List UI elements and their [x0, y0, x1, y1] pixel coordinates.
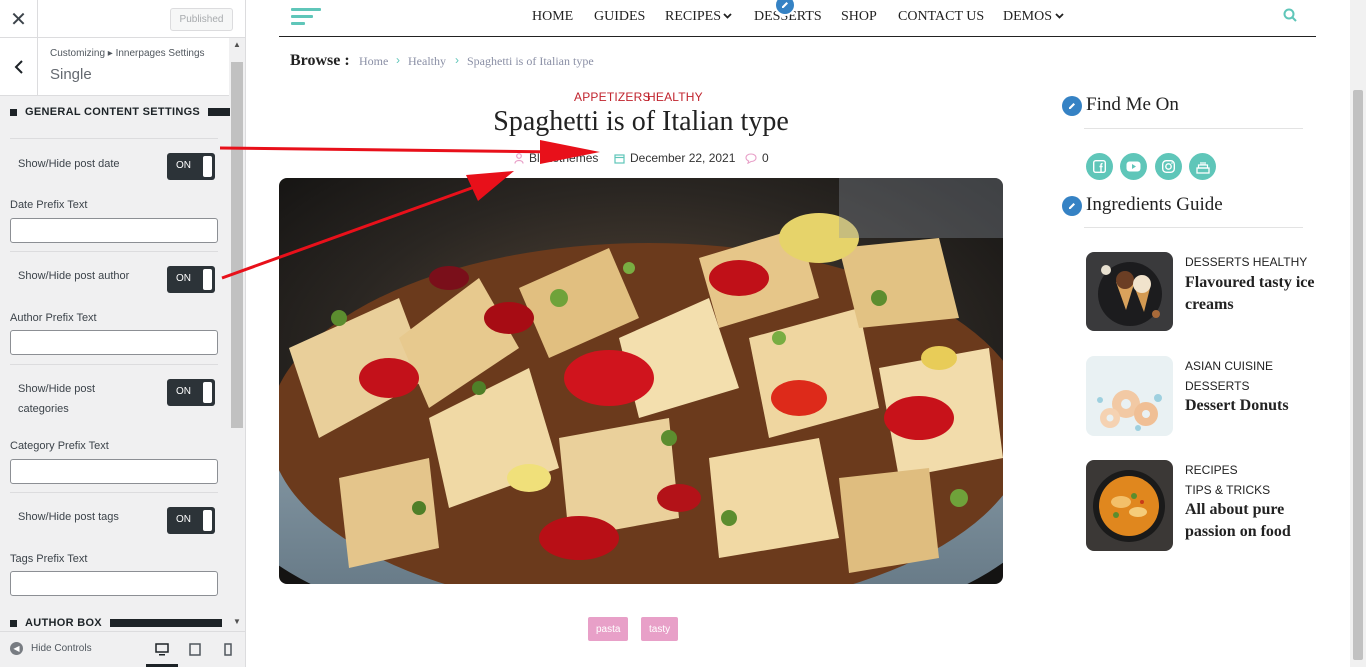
toggle-post-tags[interactable]: ON [167, 507, 215, 534]
post-category-appetizers[interactable]: APPETIZERS [574, 90, 651, 104]
date-prefix-input[interactable] [10, 218, 218, 243]
scroll-down-icon[interactable]: ▼ [233, 617, 241, 626]
donuts-thumbnail[interactable] [1086, 356, 1173, 436]
category-prefix-label: Category Prefix Text [10, 440, 109, 452]
toggle-post-date[interactable]: ON [167, 153, 215, 180]
breadcrumb-healthy[interactable]: Healthy [408, 54, 446, 69]
author-prefix-label: Author Prefix Text [10, 312, 97, 324]
user-icon [514, 152, 524, 164]
mobile-preview-button[interactable] [219, 640, 237, 658]
toggle-label-tags: Show/Hide post tags [18, 511, 119, 523]
item3-category-1[interactable]: RECIPES [1185, 463, 1238, 477]
customizer-footer: ◀ Hide Controls [0, 631, 245, 667]
category-prefix-input[interactable] [10, 459, 218, 484]
tablet-icon [189, 642, 201, 656]
chevron-down-icon [723, 13, 732, 19]
toggle-label-author: Show/Hide post author [18, 270, 130, 282]
customizer-breadcrumb: Customizing ▸ Innerpages Settings [50, 48, 205, 59]
pencil-icon [1062, 96, 1082, 116]
post-comments[interactable]: 0 [745, 151, 769, 165]
screen: ✕ Published Customizing ▸ Innerpages Set… [0, 0, 1366, 667]
tag-tasty[interactable]: tasty [641, 617, 679, 641]
post-author[interactable]: Blazethemes [514, 151, 598, 165]
search-icon[interactable] [1283, 8, 1297, 22]
post-title: Spaghetti is of Italian type [493, 106, 789, 137]
tags-prefix-label: Tags Prefix Text [10, 553, 88, 565]
item3-category-2[interactable]: TIPS & TRICKS [1185, 483, 1270, 497]
mobile-icon [224, 642, 232, 656]
nav-shop[interactable]: SHOP [841, 9, 877, 25]
cake-icon[interactable] [1189, 153, 1216, 180]
author-prefix-input[interactable] [10, 330, 218, 355]
instagram-icon[interactable] [1155, 153, 1182, 180]
general-content-heading: GENERAL CONTENT SETTINGS [10, 106, 231, 118]
close-icon: ✕ [10, 8, 27, 31]
hamburger-menu-icon[interactable] [291, 8, 321, 29]
nav-recipes[interactable]: RECIPES [665, 9, 721, 25]
published-button[interactable]: Published [170, 8, 233, 31]
breadcrumb-home[interactable]: Home [359, 54, 388, 69]
close-customizer-button[interactable]: ✕ [0, 0, 38, 38]
find-me-title: Find Me On [1086, 94, 1179, 115]
preview-scrollbar-thumb[interactable] [1353, 90, 1363, 660]
tag-pasta[interactable]: pasta [588, 617, 629, 641]
post-featured-image [279, 178, 1003, 584]
desktop-icon [155, 642, 169, 655]
nav-demos[interactable]: DEMOS [1003, 9, 1052, 25]
item1-categories[interactable]: DESSERTS HEALTHY [1185, 255, 1307, 269]
toggle-label-categories: Show/Hide post categories [18, 383, 96, 415]
scroll-up-icon[interactable]: ▲ [233, 40, 241, 49]
post-date[interactable]: December 22, 2021 [614, 151, 735, 165]
post-category-healthy[interactable]: HEALTHY [647, 90, 703, 104]
customizer-header-bar: ✕ Published [0, 0, 245, 38]
toggle-label-date: Show/Hide post date [18, 158, 120, 170]
curry-thumbnail[interactable] [1086, 460, 1173, 551]
browse-label: Browse : [290, 52, 350, 69]
item2-category-1[interactable]: ASIAN CUISINE [1185, 359, 1273, 373]
item3-title[interactable]: All about pure passion on food [1185, 499, 1315, 543]
comment-icon [745, 152, 757, 164]
chevron-right-icon: › [455, 53, 459, 67]
chevron-down-icon [1055, 13, 1064, 19]
facebook-icon[interactable] [1086, 153, 1113, 180]
breadcrumb-current: Spaghetti is of Italian type [467, 54, 594, 68]
pasta-image [279, 178, 1003, 584]
ice-cream-thumbnail[interactable] [1086, 252, 1173, 331]
back-button[interactable] [0, 38, 38, 95]
calendar-icon [614, 153, 625, 164]
youtube-icon[interactable] [1120, 153, 1147, 180]
section-header: Customizing ▸ Innerpages Settings Single [0, 38, 229, 96]
nav-contact[interactable]: CONTACT US [898, 9, 984, 25]
author-box-heading: AUTHOR BOX [10, 617, 222, 629]
date-prefix-label: Date Prefix Text [10, 199, 88, 211]
item1-title[interactable]: Flavoured tasty ice creams [1185, 272, 1315, 316]
toggle-post-categories[interactable]: ON [167, 379, 215, 406]
chevron-right-icon: › [396, 53, 400, 67]
nav-home[interactable]: HOME [532, 9, 573, 25]
item2-title[interactable]: Dessert Donuts [1185, 395, 1315, 417]
ingredients-guide-title: Ingredients Guide [1086, 194, 1223, 215]
customizer-panel: ✕ Published Customizing ▸ Innerpages Set… [0, 0, 246, 667]
site-preview: HOME GUIDES RECIPES DESSERTS SHOP CONTAC… [246, 0, 1366, 667]
hide-controls-button[interactable]: ◀ Hide Controls [10, 642, 92, 655]
pencil-icon [1062, 196, 1082, 216]
toggle-post-author[interactable]: ON [167, 266, 215, 293]
panel-scrollbar-thumb[interactable] [231, 62, 243, 428]
tags-prefix-input[interactable] [10, 571, 218, 596]
tablet-preview-button[interactable] [186, 640, 204, 658]
desktop-preview-button[interactable] [153, 640, 171, 658]
nav-guides[interactable]: GUIDES [594, 9, 645, 25]
section-title: Single [50, 66, 92, 83]
chevron-left-icon [14, 59, 23, 74]
arrow-left-circle-icon: ◀ [10, 642, 23, 655]
item2-category-2[interactable]: DESSERTS [1185, 379, 1249, 393]
